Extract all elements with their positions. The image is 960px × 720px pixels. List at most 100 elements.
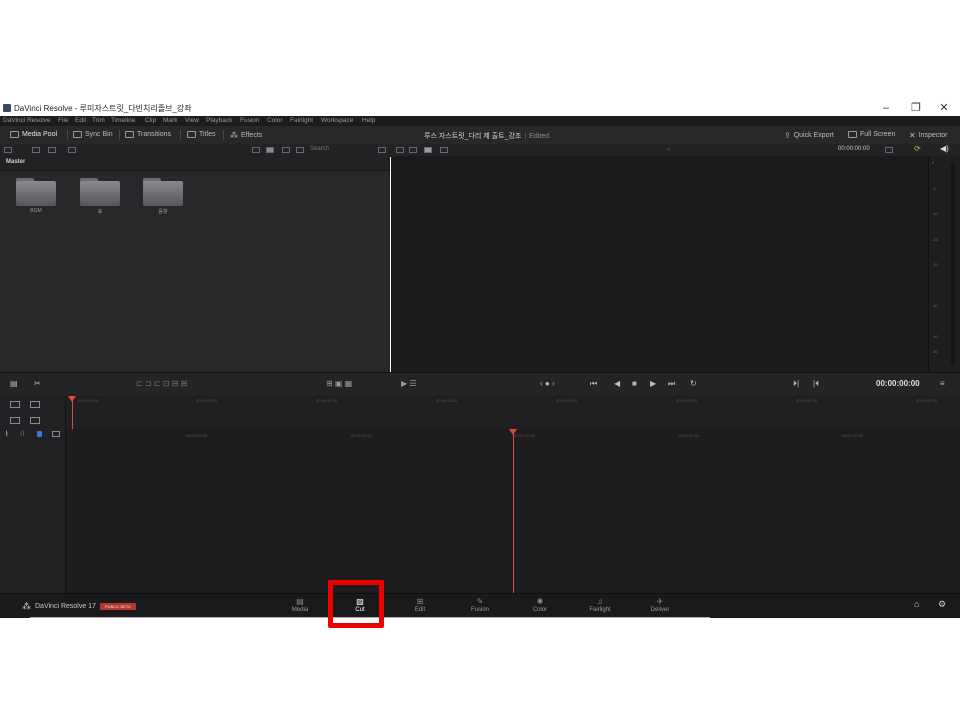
quick-export-button[interactable]: ⇪ Quick Export [784,131,834,140]
link-icon[interactable]: ⌇ [5,430,8,438]
viewer-mode-icon[interactable] [396,147,404,153]
strip-view-icon[interactable] [282,147,290,153]
upper-ruler: 00:00:00:00 00:00:05:00 00:00:10:00 00:0… [66,397,960,406]
page-fairlight[interactable]: ♫ Fairlight [578,596,622,618]
ruler-label: 00:01:00:03 [678,433,700,438]
menu-fairlight[interactable]: Fairlight [290,117,313,124]
maximize-button[interactable]: ❐ [905,101,927,115]
inspector-button[interactable]: ✕ Inspector [909,131,948,140]
divider [67,130,68,140]
play-icon[interactable]: ▶ [650,379,656,388]
full-screen-button[interactable]: Full Screen [848,131,895,138]
metadata-view-icon[interactable] [296,147,304,153]
tools-icon[interactable] [885,147,893,153]
transitions-button[interactable]: Transitions [125,131,171,138]
home-icon[interactable]: ⌂ [914,599,919,609]
audio-icon[interactable]: ⟨⟩ [20,430,25,437]
viewer-layout-icon[interactable] [409,147,417,153]
stop-icon[interactable]: ■ [632,379,637,388]
minimize-button[interactable]: – [875,101,897,115]
bin-list-icon[interactable] [32,147,40,153]
menu-icon[interactable]: ≡ [940,379,945,388]
menu-timeline[interactable]: Timeline [111,117,135,124]
full-screen-label: Full Screen [860,131,896,138]
search-input[interactable]: Search [310,146,370,152]
viewer-panel[interactable] [391,156,928,372]
jog-control-icon[interactable]: ‹ ● › [540,379,555,388]
track-height-icon[interactable] [30,417,40,424]
edit-tools-icon[interactable]: ⊏ ⊐ ⊏ ⊡ ⊟ ⊞ [136,379,187,388]
upper-timeline[interactable]: 00:00:00:00 00:00:05:00 00:00:10:00 00:0… [66,396,960,430]
volume-icon[interactable]: ◀) [940,144,949,153]
media-pool-label: Media Pool [22,131,58,138]
beta-badge: PUBLIC BETA [99,603,136,610]
sort-icon[interactable] [68,147,76,153]
page-label: Edit [414,607,426,613]
page-fusion[interactable]: ✎ Fusion [458,596,502,618]
menu-edit[interactable]: Edit [75,117,86,124]
viewer-display-icon[interactable] [424,147,432,153]
sync-icon[interactable]: ⟳ [914,144,921,153]
go-to-end-icon[interactable]: ⏭ [668,379,675,389]
meter-tick: -40 [932,334,938,339]
track-tool-icon[interactable] [10,401,20,408]
chevron-down-icon[interactable]: ⌄ [666,145,671,152]
ruler-label: 00:00:35:00 [916,398,938,403]
play-reverse-icon[interactable]: ◀ [614,379,620,388]
list-view-icon[interactable] [252,147,260,153]
mark-out-icon[interactable]: |⏴ [813,379,819,389]
menu-color[interactable]: Color [267,117,283,124]
upper-playhead-line [72,400,73,429]
ruler-label: 00:00:20:00 [556,398,578,403]
fusion-page-icon: ✎ [476,597,484,606]
bin-view-icon[interactable] [48,147,56,153]
gear-icon[interactable]: ⚙ [938,599,946,610]
menu-mark[interactable]: Mark [163,117,177,124]
zoom-tool-icon[interactable] [10,417,20,424]
menu-workspace[interactable]: Workspace [321,117,353,124]
effects-button[interactable]: ⁂ Effects [230,131,262,140]
thumbnail-view-icon[interactable] [266,147,274,153]
menu-help[interactable]: Help [362,117,375,124]
menu-trim[interactable]: Trim [92,117,105,124]
page-media[interactable]: ▤ Media [278,596,322,618]
screen-icon[interactable] [52,431,60,437]
page-navigation-bar: ⁂ DaVinci Resolve 17 PUBLIC BETA ▤ Media… [0,593,960,618]
layout-icon[interactable] [4,147,12,153]
edit-page-icon: ⊞ [416,597,424,606]
page-label: Fairlight [589,607,611,613]
loop-icon[interactable]: ↻ [690,379,697,388]
menu-view[interactable]: View [185,117,199,124]
folder-effects[interactable]: 효 [80,178,120,215]
insert-tools-icon[interactable]: ⊞ ▣ ▦ [326,379,352,388]
cut-tool-icon[interactable]: ✂ [34,379,41,388]
menu-playback[interactable]: Playback [206,117,232,124]
marker-icon[interactable] [37,431,42,437]
folder-bgm[interactable]: BGM [16,178,56,214]
menu-clip[interactable]: Clip [145,117,156,124]
folder-sound[interactable]: 음향 [143,178,183,215]
viewer-option-icon[interactable] [440,147,448,153]
page-edit[interactable]: ⊞ Edit [398,596,442,618]
append-tools-icon[interactable]: ▶ ☰ [401,379,417,388]
menu-file[interactable]: File [58,117,68,124]
mark-in-icon[interactable]: ⏵| [793,379,799,389]
timeline-options-icon[interactable]: ▤ [10,379,18,388]
page-deliver[interactable]: ✈ Deliver [638,596,682,618]
page-color[interactable]: ✺ Color [518,596,562,618]
titles-button[interactable]: Titles [187,131,215,138]
menu-davinci[interactable]: DaVinci Resolve [3,117,51,124]
media-pool-button[interactable]: Media Pool [10,131,57,138]
lower-timeline[interactable]: 00:00:59:20 00:00:59:22 00:01:00:00 00:0… [66,429,960,593]
ruler-label: 00:00:05:00 [196,398,218,403]
menu-fusion[interactable]: Fusion [240,117,260,124]
snap-tool-icon[interactable] [30,401,40,408]
go-to-start-icon[interactable]: ⏮ [590,379,597,389]
sort-order-icon[interactable] [378,147,386,153]
close-button[interactable]: ✕ [933,101,955,115]
quick-export-label: Quick Export [793,132,834,139]
ruler-label: 00:00:25:00 [676,398,698,403]
project-name: 루스 자스트릿_다리 제 출트_강조 [424,133,522,140]
folder-icon [143,181,183,206]
sync-bin-button[interactable]: Sync Bin [73,131,113,138]
